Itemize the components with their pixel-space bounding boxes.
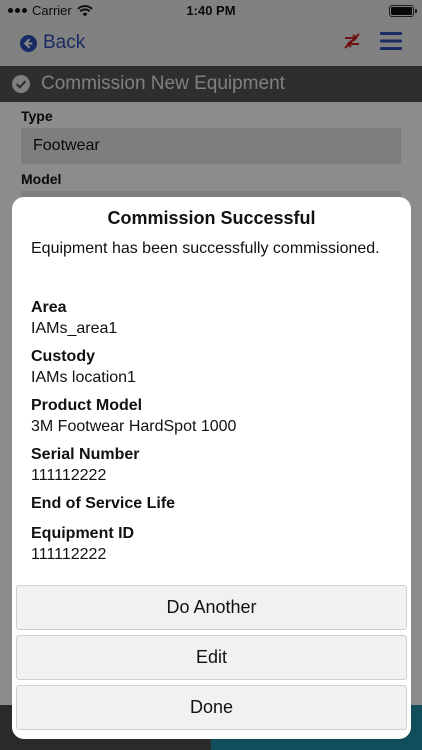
do-another-button[interactable]: Do Another	[16, 585, 407, 630]
product-model-label: Product Model	[31, 397, 143, 414]
end-of-service-life-label: End of Service Life	[31, 495, 176, 512]
custody-value: IAMs location1	[31, 369, 136, 386]
serial-number-label: Serial Number	[31, 446, 140, 463]
dialog-title: Commission Successful	[107, 208, 316, 228]
product-model-value: 3M Footwear HardSpot 1000	[31, 418, 237, 435]
commission-dialog: Commission Successful Equipment has been…	[12, 197, 411, 739]
custody-label: Custody	[31, 348, 95, 365]
equipment-id-value: 111112222	[31, 546, 107, 563]
equipment-id-label: Equipment ID	[31, 525, 135, 542]
area-value: IAMs_area1	[31, 320, 118, 337]
done-button[interactable]: Done	[16, 685, 407, 730]
dialog-message: Equipment has been successfully commissi…	[31, 240, 380, 257]
serial-number-value: 111112222	[31, 467, 107, 484]
area-label: Area	[31, 299, 67, 316]
edit-button[interactable]: Edit	[16, 635, 407, 680]
